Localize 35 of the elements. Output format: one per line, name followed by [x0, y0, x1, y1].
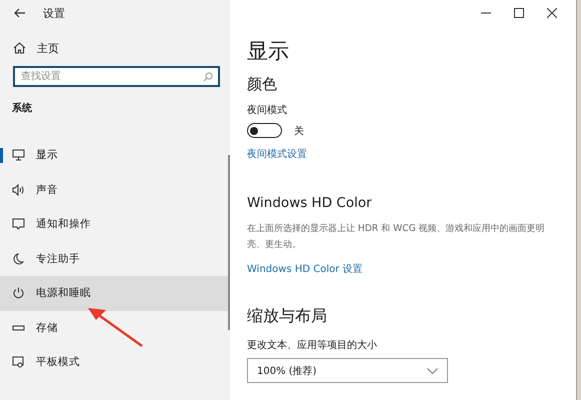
nav-item[interactable]: 存储 [0, 310, 230, 345]
moon-icon [12, 252, 25, 265]
nav-item[interactable]: 专注助手 [0, 242, 230, 276]
nav-item[interactable]: 通知和操作 [0, 207, 230, 242]
settings-link[interactable]: 夜间模式设置 [247, 147, 576, 161]
settings-link[interactable]: Windows HD Color 设置 [247, 262, 576, 276]
maximize-icon [514, 8, 524, 18]
nav-item[interactable]: 平板模式 [0, 345, 230, 380]
close-icon [546, 8, 556, 18]
back-arrow-icon[interactable] [14, 8, 26, 18]
home-icon [13, 42, 26, 54]
window-title: 设置 [43, 6, 65, 20]
nav-item[interactable]: 电源和睡眠 [0, 276, 230, 310]
setting-label: 夜间模式 [247, 104, 288, 117]
scale-dropdown[interactable]: 100% (推荐) [247, 358, 448, 383]
setting-label: 更改文本、应用等项目的大小 [247, 338, 378, 352]
section-heading: 缩放与布局 [247, 306, 328, 327]
power-icon [12, 287, 25, 300]
nav-item[interactable]: 显示 [0, 138, 230, 172]
message-icon [12, 218, 25, 230]
section-heading: Windows HD Color [247, 195, 373, 211]
section-label: 系统 [12, 102, 33, 115]
nav-item[interactable]: 声音 [0, 172, 230, 207]
description-text: 在上面所选择的显示器上让 HDR 和 WCG 视频、游戏和应用中的画面更明亮、更生动。 [247, 222, 546, 252]
section-heading: 颜色 [247, 74, 278, 94]
search-icon [203, 72, 213, 82]
monitor-icon [12, 149, 25, 162]
speaker-icon [12, 184, 25, 196]
home-nav-item[interactable]: 主页 [13, 40, 230, 56]
toggle-state: 关 [294, 124, 304, 138]
toggle-switch[interactable] [247, 123, 282, 138]
page-title: 显示 [247, 38, 290, 64]
chevron-down-icon [427, 368, 438, 374]
search-field[interactable]: 查找设置 [13, 66, 220, 87]
tablet-icon [12, 356, 25, 368]
